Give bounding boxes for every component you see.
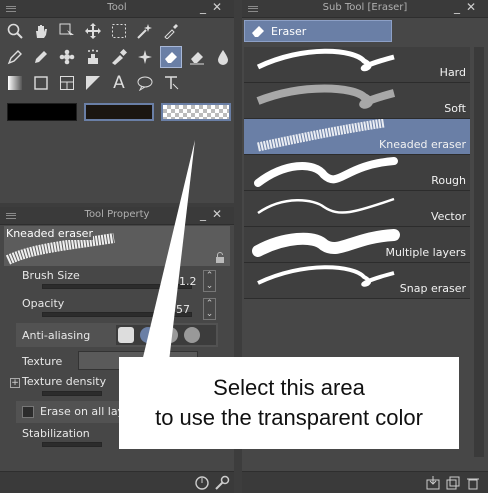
sub-tool-item-label: Multiple layers xyxy=(385,246,466,259)
anti-aliasing-label: Anti-aliasing xyxy=(22,329,91,342)
tool-property-title: Tool Property xyxy=(84,209,150,220)
lock-icon[interactable] xyxy=(214,252,226,264)
opacity-label: Opacity xyxy=(22,297,65,310)
reset-icon[interactable] xyxy=(194,475,210,491)
eyedropper-icon[interactable] xyxy=(160,20,182,42)
sub-tool-item-multiple-layers[interactable]: Multiple layers xyxy=(244,227,470,263)
sub-tool-title: Sub Tool [Eraser] xyxy=(322,2,408,13)
sub-tool-scrollbar[interactable] xyxy=(474,47,484,457)
selection-icon[interactable] xyxy=(108,20,130,42)
stabilization-label: Stabilization xyxy=(22,427,90,440)
sub-tool-titlebar[interactable]: Sub Tool [Eraser] _✕ xyxy=(242,0,488,18)
object-select-icon[interactable] xyxy=(56,20,78,42)
sub-tool-item-soft[interactable]: Soft xyxy=(244,83,470,119)
brush-size-slider[interactable] xyxy=(42,284,192,289)
transparent-color-swatch[interactable] xyxy=(161,103,231,121)
ruler-icon[interactable] xyxy=(82,72,104,94)
sub-tool-item-kneaded-eraser[interactable]: Kneaded eraser xyxy=(244,119,470,155)
tool-property-panel: Tool Property _✕ Kneaded eraser Brush Si… xyxy=(0,207,234,493)
stabilization-slider[interactable] xyxy=(42,442,102,447)
sub-tool-item-label: Hard xyxy=(439,66,466,79)
sub-tool-item-vector[interactable]: Vector xyxy=(244,191,470,227)
blend-icon[interactable] xyxy=(186,46,208,68)
auto-select-icon[interactable] xyxy=(134,20,156,42)
eraser-icon xyxy=(252,26,264,37)
sub-tool-item-label: Vector xyxy=(430,210,466,223)
opacity-value[interactable]: 57 xyxy=(176,303,190,316)
opacity-toggle[interactable]: ⌃ ⌄ xyxy=(203,298,216,320)
aa-strong-icon[interactable] xyxy=(184,327,200,343)
sub-tool-item-hard[interactable]: Hard xyxy=(244,47,470,83)
brush-preview: Kneaded eraser xyxy=(4,226,230,266)
correct-line-icon[interactable] xyxy=(160,72,182,94)
brush-size-value[interactable]: 71.2 xyxy=(172,275,197,288)
frame-icon[interactable] xyxy=(56,72,78,94)
expand-plus-icon[interactable]: + xyxy=(10,378,20,388)
zoom-icon[interactable] xyxy=(4,20,26,42)
sub-tool-item-rough[interactable]: Rough xyxy=(244,155,470,191)
tool-property-titlebar[interactable]: Tool Property _✕ xyxy=(0,207,234,225)
tool-panel: Tool _✕ A xyxy=(0,0,234,203)
sub-tool-item-label: Soft xyxy=(444,102,466,115)
move-icon[interactable] xyxy=(82,20,104,42)
anti-aliasing-selector[interactable] xyxy=(116,325,216,345)
aa-weak-icon[interactable] xyxy=(140,327,156,343)
panel-window-buttons[interactable]: _✕ xyxy=(200,207,228,221)
decoration-icon[interactable] xyxy=(108,46,130,68)
balloon-icon[interactable] xyxy=(134,72,156,94)
texture-density-slider[interactable] xyxy=(42,391,102,396)
preview-label: Kneaded eraser xyxy=(6,227,93,240)
panel-window-buttons[interactable]: _✕ xyxy=(454,0,482,14)
effect-icon[interactable] xyxy=(134,46,156,68)
figure-icon[interactable] xyxy=(30,72,52,94)
pen-icon[interactable] xyxy=(4,46,26,68)
gradient-icon[interactable] xyxy=(4,72,26,94)
opacity-slider[interactable] xyxy=(42,312,192,317)
erase-all-checkbox[interactable] xyxy=(22,406,34,418)
soft-stroke-preview xyxy=(256,84,396,109)
callout-line-1: Select this area xyxy=(213,375,365,400)
sub-tool-group-tab[interactable]: Eraser xyxy=(244,20,392,42)
sub-tool-item-label: Rough xyxy=(431,174,466,187)
pencil-icon[interactable] xyxy=(30,46,52,68)
eraser-icon[interactable] xyxy=(160,46,182,68)
sub-tool-item-label: Kneaded eraser xyxy=(379,138,466,151)
sub-tool-tab-label: Eraser xyxy=(271,25,307,38)
text-icon[interactable]: A xyxy=(108,72,130,94)
texture-density-label: Texture density xyxy=(22,375,107,388)
import-icon[interactable] xyxy=(426,476,440,490)
sub-tool-item-label: Snap eraser xyxy=(399,282,466,295)
main-color-swatch[interactable] xyxy=(7,103,77,121)
trash-icon[interactable] xyxy=(466,476,480,490)
brush-icon[interactable] xyxy=(56,46,78,68)
callout-box: Select this area to use the transparent … xyxy=(119,357,459,449)
property-footer xyxy=(0,471,234,493)
callout-line-2: to use the transparent color xyxy=(155,405,423,430)
sub-color-swatch[interactable] xyxy=(84,103,154,121)
airbrush-icon[interactable] xyxy=(82,46,104,68)
hard-stroke-preview xyxy=(256,48,395,72)
panel-window-buttons[interactable]: _✕ xyxy=(200,0,228,14)
hand-icon[interactable] xyxy=(30,20,52,42)
brush-size-toggle[interactable]: ⌃ ⌄ xyxy=(203,270,216,292)
wrench-icon[interactable] xyxy=(214,475,230,491)
erase-all-label: Erase on all lay xyxy=(40,405,125,418)
sub-tool-footer xyxy=(242,471,488,493)
brush-size-label: Brush Size xyxy=(22,269,80,282)
aa-medium-icon[interactable] xyxy=(162,327,178,343)
fill-icon[interactable] xyxy=(212,46,234,68)
aa-none-icon[interactable] xyxy=(118,327,134,343)
sub-tool-item-snap-eraser[interactable]: Snap eraser xyxy=(244,263,470,299)
duplicate-icon[interactable] xyxy=(446,476,460,490)
texture-label: Texture xyxy=(22,355,63,368)
tool-panel-title: Tool xyxy=(107,2,127,13)
tool-panel-titlebar[interactable]: Tool _✕ xyxy=(0,0,234,18)
